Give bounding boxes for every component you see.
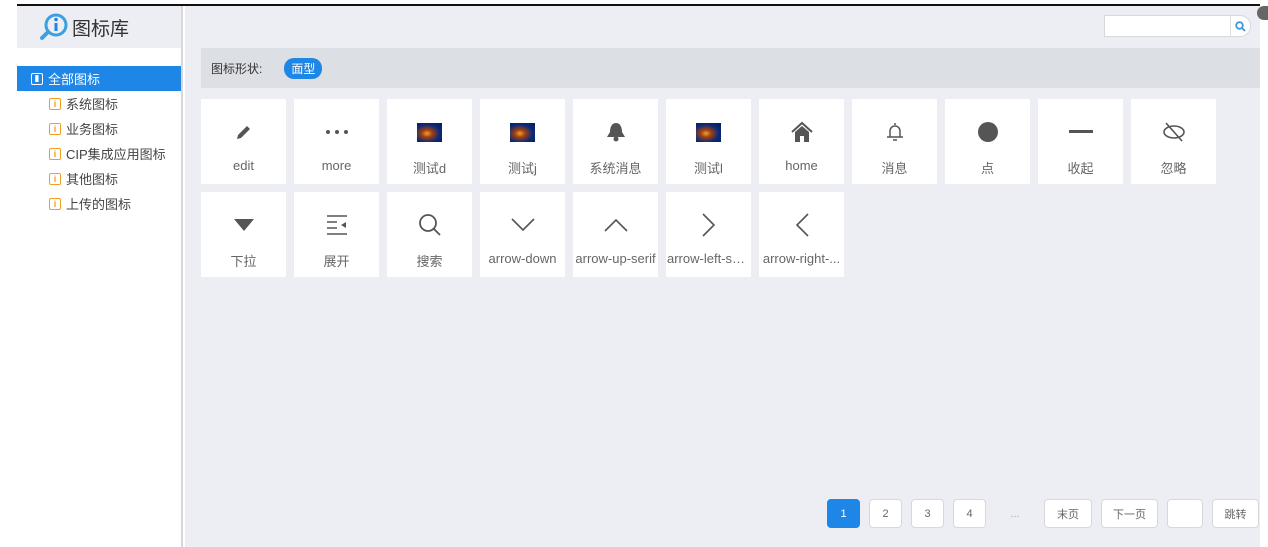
icon-tile[interactable]: arrow-down <box>480 192 565 277</box>
search-button[interactable] <box>1230 16 1250 36</box>
page-button[interactable]: 3 <box>911 499 944 528</box>
icon-tile[interactable]: 系统消息 <box>573 99 658 184</box>
icon-label: edit <box>233 158 254 173</box>
icon-tile[interactable]: 下拉 <box>201 192 286 277</box>
search-icon <box>418 212 442 238</box>
scroll-indicator <box>1257 6 1268 20</box>
eye-off-icon <box>1162 119 1186 145</box>
icon-tile[interactable]: 搜索 <box>387 192 472 277</box>
sidebar-item[interactable]: i 其他图标 <box>17 166 181 191</box>
info-icon: i <box>49 147 61 160</box>
icon-label: 忽略 <box>1160 161 1187 176</box>
search-box[interactable] <box>1104 15 1251 37</box>
icon-tile[interactable]: arrow-right-... <box>759 192 844 277</box>
bell-filled-icon <box>605 119 627 145</box>
icon-label: 系统消息 <box>589 161 642 176</box>
info-icon: i <box>49 172 61 185</box>
sidebar-item-label: 业务图标 <box>66 122 119 137</box>
triangle-down-icon <box>233 212 254 238</box>
icon-tile[interactable]: more <box>294 99 379 184</box>
info-icon: i <box>49 122 61 135</box>
image-icon <box>417 119 442 145</box>
minus-icon <box>1068 119 1093 145</box>
chevron-right-icon <box>701 212 716 238</box>
icon-label: arrow-right-... <box>762 251 841 266</box>
icon-tile[interactable]: 消息 <box>852 99 937 184</box>
book-icon: ▮ <box>31 72 43 85</box>
icon-label: 收起 <box>1067 161 1094 176</box>
chevron-left-icon <box>795 212 809 238</box>
pagination: 1 2 3 4... 末页 下一页 跳转 <box>827 499 1259 528</box>
icon-label: 搜索 <box>416 254 443 269</box>
sidebar-item-label: 全部图标 <box>48 72 101 87</box>
sidebar-item-label: CIP集成应用图标 <box>66 147 166 162</box>
icon-tile[interactable]: 忽略 <box>1131 99 1216 184</box>
last-page-button[interactable]: 末页 <box>1044 499 1092 528</box>
jump-page-input[interactable] <box>1167 499 1203 528</box>
app-title: 图标库 <box>72 18 130 40</box>
pagination-ellipsis: ... <box>1010 507 1020 520</box>
icon-tile[interactable]: 点 <box>945 99 1030 184</box>
filter-label: 图标形状: <box>211 61 263 76</box>
expand-icon <box>326 212 348 238</box>
dot-icon <box>977 119 999 145</box>
icon-label: 点 <box>980 161 994 176</box>
icon-tile[interactable]: 收起 <box>1038 99 1123 184</box>
chevron-down-icon <box>510 212 535 238</box>
icon-label: more <box>321 158 352 173</box>
icon-label: home <box>785 158 818 173</box>
pencil-icon <box>234 119 254 145</box>
sidebar-item[interactable]: i 业务图标 <box>17 116 181 141</box>
icon-label: 展开 <box>323 254 350 269</box>
sidebar-item[interactable]: i 上传的图标 <box>17 191 181 216</box>
home-icon <box>790 119 814 145</box>
search-input[interactable] <box>1105 16 1230 36</box>
info-icon: i <box>49 97 61 110</box>
icon-label: 测试j <box>508 161 537 176</box>
sidebar-item[interactable]: i CIP集成应用图标 <box>17 141 181 166</box>
shape-filter-bar: 图标形状: 面型 <box>201 48 1260 88</box>
image-icon <box>510 119 535 145</box>
sidebar: 图标库 ▮ 全部图标 i 系统图标 i 业务图标 i CIP集成应用图标 i 其他图标 i 上传的图标 <box>17 6 183 547</box>
page-button[interactable]: 2 <box>869 499 902 528</box>
sidebar-item-label: 上传的图标 <box>66 197 132 212</box>
icon-label: arrow-left-se... <box>667 251 750 266</box>
bell-icon <box>885 119 905 145</box>
image-icon <box>696 119 721 145</box>
icon-label: 下拉 <box>230 254 257 269</box>
icon-tile[interactable]: 测试l <box>666 99 751 184</box>
main-area: 图标形状: 面型 edit more 测试d 测试j 系统消息 测试l home 消息 点 收起 忽… <box>185 6 1260 547</box>
icon-grid: edit more 测试d 测试j 系统消息 测试l home 消息 点 收起 忽略下拉 展开 搜索 ar… <box>201 99 1221 277</box>
jump-button[interactable]: 跳转 <box>1212 499 1259 528</box>
next-page-button[interactable]: 下一页 <box>1101 499 1158 528</box>
search-icon <box>1235 20 1246 32</box>
sidebar-item-label: 其他图标 <box>66 172 119 187</box>
sidebar-item[interactable]: i 系统图标 <box>17 91 181 116</box>
icon-label: 消息 <box>881 161 908 176</box>
page-button[interactable]: 4 <box>953 499 986 528</box>
icon-tile[interactable]: arrow-up-serif <box>573 192 658 277</box>
icon-tile[interactable]: home <box>759 99 844 184</box>
logo: 图标库 <box>17 6 181 48</box>
chevron-up-icon <box>603 212 628 238</box>
icon-tile[interactable]: 测试j <box>480 99 565 184</box>
icon-label: arrow-up-serif <box>575 251 656 266</box>
page-button[interactable]: 1 <box>827 499 860 528</box>
sidebar-item[interactable]: ▮ 全部图标 <box>17 66 181 91</box>
filter-chip-selected[interactable]: 面型 <box>284 57 323 79</box>
icon-label: 测试l <box>694 161 723 176</box>
sidebar-item-label: 系统图标 <box>66 97 119 112</box>
icon-tile[interactable]: 测试d <box>387 99 472 184</box>
dots-icon <box>325 119 349 145</box>
info-icon: i <box>49 197 61 210</box>
info-search-icon <box>40 13 68 40</box>
icon-tile[interactable]: arrow-left-se... <box>666 192 751 277</box>
icon-tile[interactable]: edit <box>201 99 286 184</box>
icon-tile[interactable]: 展开 <box>294 192 379 277</box>
icon-label: 测试d <box>412 161 447 176</box>
icon-label: arrow-down <box>488 251 557 266</box>
